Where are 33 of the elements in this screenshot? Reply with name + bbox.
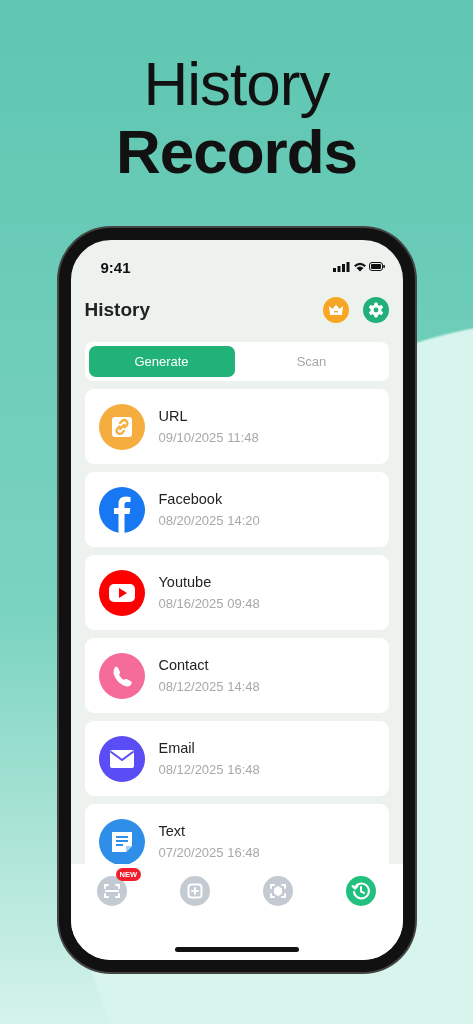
youtube-icon bbox=[98, 569, 145, 616]
envelope-icon bbox=[98, 735, 145, 782]
link-icon bbox=[98, 403, 145, 450]
record-date: 09/10/2025 11:48 bbox=[158, 430, 259, 445]
phone-icon bbox=[98, 652, 145, 699]
status-icons bbox=[332, 261, 385, 273]
record-card[interactable]: Facebook 08/20/2025 14:20 bbox=[84, 472, 389, 547]
facebook-icon bbox=[98, 486, 145, 533]
record-card[interactable]: URL 09/10/2025 11:48 bbox=[84, 389, 389, 464]
record-title: Email bbox=[158, 740, 196, 756]
record-title: URL bbox=[158, 408, 189, 424]
status-time: 9:41 bbox=[100, 258, 131, 276]
plus-icon[interactable] bbox=[179, 876, 210, 906]
record-date: 08/20/2025 14:20 bbox=[158, 513, 260, 528]
record-card[interactable]: Youtube 08/16/2025 09:48 bbox=[84, 555, 389, 630]
scan-icon[interactable] bbox=[96, 876, 127, 906]
record-date: 08/16/2025 09:48 bbox=[158, 596, 260, 611]
record-title: Facebook bbox=[158, 491, 224, 507]
record-title: Youtube bbox=[158, 574, 213, 590]
record-title: Contact bbox=[158, 657, 210, 673]
record-card[interactable]: Text 07/20/2025 16:48 bbox=[84, 804, 389, 864]
settings-icon[interactable] bbox=[362, 297, 389, 323]
record-date: 08/12/2025 14:48 bbox=[158, 679, 260, 694]
record-card[interactable]: Email 08/12/2025 16:48 bbox=[84, 721, 389, 796]
headline: Records bbox=[115, 120, 358, 184]
crown-icon[interactable] bbox=[322, 297, 349, 323]
record-card[interactable]: Contact 08/12/2025 14:48 bbox=[84, 638, 389, 713]
record-date: 08/12/2025 16:48 bbox=[158, 762, 260, 777]
record-date: 07/20/2025 16:48 bbox=[158, 845, 260, 860]
headline: History bbox=[143, 48, 330, 120]
record-title: Text bbox=[158, 823, 187, 839]
page-title: History bbox=[84, 299, 151, 321]
history-icon[interactable] bbox=[346, 876, 377, 906]
